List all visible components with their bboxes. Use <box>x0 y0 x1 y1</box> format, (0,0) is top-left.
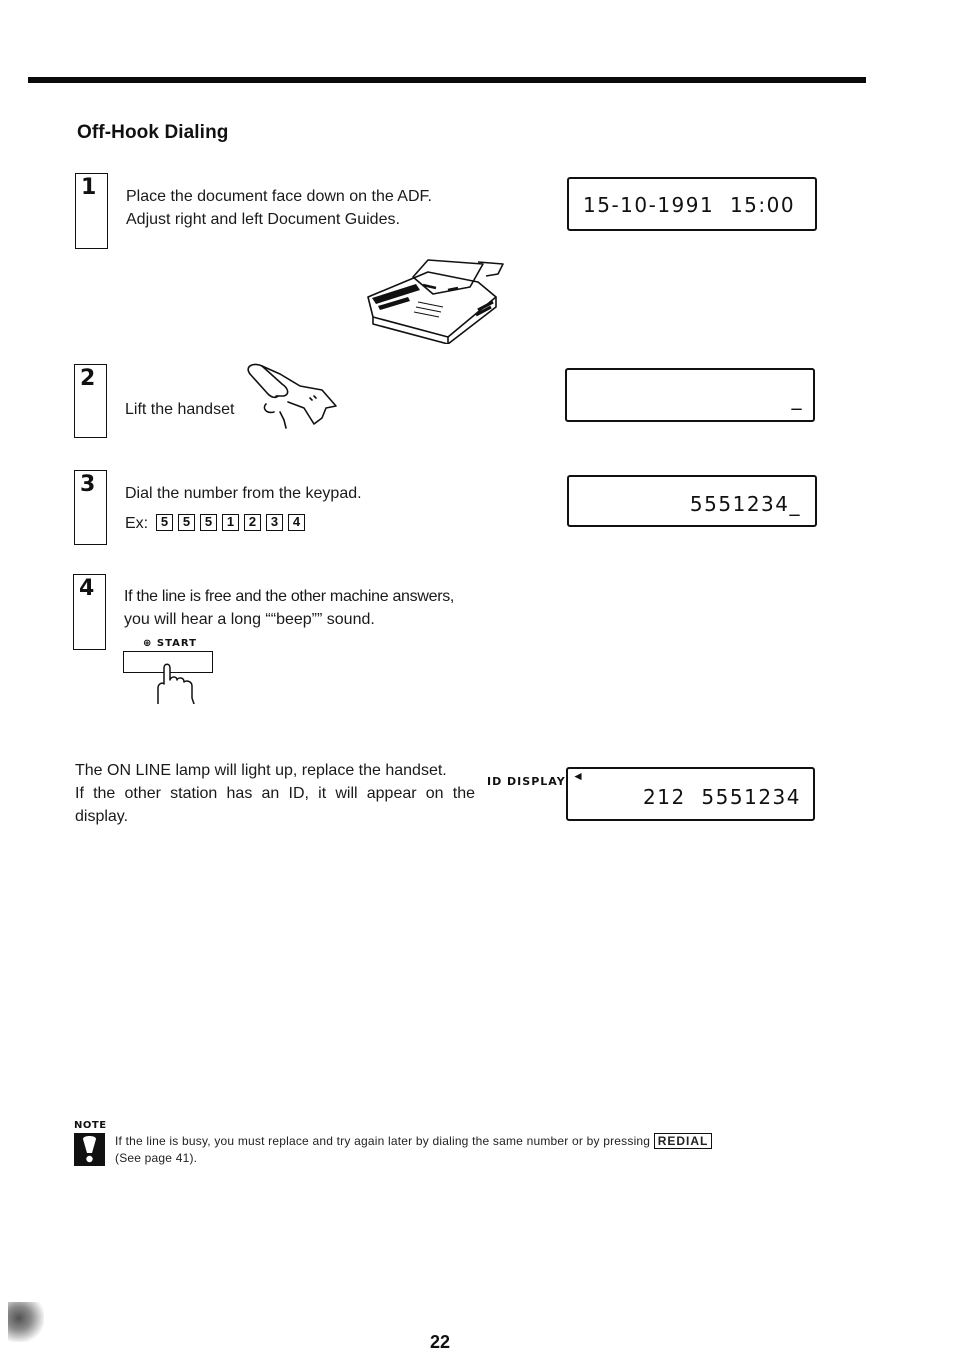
step-3-number: 3 <box>80 472 96 497</box>
step-2-text: Lift the handset <box>125 398 234 421</box>
step-3-box: 3 <box>74 470 107 545</box>
step-4-text: If the line is free and the other machin… <box>124 585 454 631</box>
step-1-number: 1 <box>81 175 97 200</box>
step-2-box: 2 <box>74 364 107 438</box>
followup-line-2: If the other station has an ID, it will … <box>75 785 475 802</box>
redial-key: REDIAL <box>653 1133 713 1149</box>
header-rule <box>28 77 866 83</box>
lcd-dialed-number: 5551234_ <box>689 492 801 516</box>
keypad-key: 4 <box>288 514 305 532</box>
step-4-line-2: you will hear a long ““beep”” sound. <box>124 611 375 628</box>
exclamation-icon <box>74 1133 105 1166</box>
fax-machine-icon <box>367 259 504 344</box>
step-2-line-1: Lift the handset <box>125 401 235 418</box>
example-keys: 5551234 <box>156 514 310 532</box>
lcd-display-datetime: 15-10-1991 15:00 <box>567 177 817 231</box>
keypad-key: 1 <box>222 514 239 532</box>
keypad-key: 5 <box>178 514 195 532</box>
keypad-key: 5 <box>200 514 217 532</box>
step-4-line-1: If the line is free and the other machin… <box>124 588 455 605</box>
note-text: If the line is busy, you must replace an… <box>115 1133 825 1167</box>
followup-line-1: The ON LINE lamp will light up, replace … <box>75 762 447 779</box>
note-text-main: If the line is busy, you must replace an… <box>115 1134 654 1148</box>
pressing-finger-icon <box>157 663 195 704</box>
lcd-display-id: ◄ 212 5551234 <box>566 767 815 821</box>
step-3-line-1: Dial the number from the keypad. <box>125 485 362 502</box>
page-number: 22 <box>430 1332 451 1352</box>
step-2-number: 2 <box>80 366 96 391</box>
followup-text: The ON LINE lamp will light up, replace … <box>75 759 475 828</box>
note-text-reference: (See page 41). <box>115 1151 198 1165</box>
example-label: Ex: <box>125 515 149 532</box>
keypad-key: 5 <box>156 514 173 532</box>
lcd-display-dialed: 5551234_ <box>567 475 817 527</box>
followup-line-3: display. <box>75 808 129 825</box>
id-display-label: ID DISPLAY <box>487 775 566 788</box>
handset-icon <box>247 363 337 429</box>
start-label-text: START <box>156 638 197 649</box>
keypad-key: 3 <box>266 514 283 532</box>
note-label: NOTE <box>74 1120 107 1131</box>
lcd-datetime-text: 15-10-1991 15:00 <box>583 193 796 217</box>
step-1-line-2: Adjust right and left Document Guides. <box>126 211 400 228</box>
page-title: Off-Hook Dialing <box>77 122 229 143</box>
step-1-box: 1 <box>75 173 108 249</box>
step-1-line-1: Place the document face down on the ADF. <box>126 188 432 205</box>
lcd-display-blank: _ <box>565 368 815 422</box>
lcd-cursor: _ <box>791 386 803 410</box>
step-4-number: 4 <box>79 576 95 601</box>
step-4-box: 4 <box>73 574 106 650</box>
keypad-key: 2 <box>244 514 261 532</box>
left-arrow-icon: ◄ <box>572 769 584 783</box>
lcd-id-number: 212 5551234 <box>643 785 801 809</box>
start-icon: ⊕ <box>143 638 153 649</box>
scan-smudge <box>8 1302 44 1342</box>
step-3-text: Dial the number from the keypad. <box>125 482 362 505</box>
start-label: ⊕ START <box>143 638 197 649</box>
step-1-text: Place the document face down on the ADF.… <box>126 185 432 231</box>
